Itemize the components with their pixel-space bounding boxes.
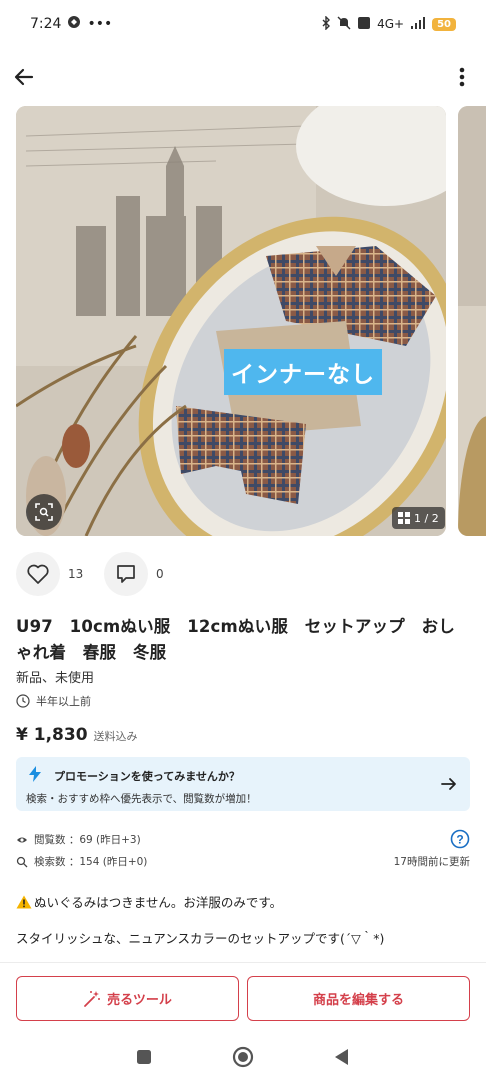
clock-icon — [16, 694, 30, 708]
sell-tools-label: 売るツール — [107, 993, 172, 1008]
edit-item-label: 商品を編集する — [312, 993, 404, 1008]
page-indicator-text: 1 / 2 — [414, 511, 439, 525]
more-options-button[interactable] — [452, 63, 472, 91]
page-indicator: 1 / 2 — [392, 507, 445, 529]
back-nav-icon[interactable] — [334, 1048, 350, 1066]
search-count: 検索数 ：154 (昨日+0) — [34, 856, 148, 868]
battery-indicator: 50 — [432, 17, 456, 31]
photo-overlay-label: インナーなし — [224, 349, 382, 395]
price-value: ¥ 1,830 — [16, 725, 88, 745]
view-count: 閲覧数 ：69 (昨日+3) — [34, 834, 141, 846]
promotion-description: 検索・おすすめ枠へ優先表示で、閲覧数が増加！ — [26, 793, 257, 805]
sell-tools-button[interactable]: 売るツール — [16, 976, 239, 1021]
photo-gallery[interactable]: インナーなし 1 / 2 — [16, 106, 486, 536]
edit-item-button[interactable]: 商品を編集する — [247, 976, 470, 1021]
search-icon — [16, 856, 28, 867]
description-line-2: スタイリッシュな、ニュアンスカラーのセットアップです(´▽｀*) — [16, 931, 385, 946]
promotion-card[interactable]: プロモーションを使ってみませんか？ 検索・おすすめ枠へ優先表示で、閲覧数が増加！ — [16, 757, 470, 811]
product-photo-illustration — [16, 106, 446, 536]
description-line-1-text: ぬいぐるみはつきません。お洋服のみです。 — [34, 895, 283, 910]
app-bar — [0, 55, 486, 99]
promotion-title: プロモーションを使ってみませんか？ — [54, 770, 240, 783]
magic-wand-icon — [84, 990, 101, 1007]
updated-time: 17時間前に更新 — [393, 856, 470, 868]
item-condition: 新品、未使用 — [16, 671, 95, 686]
item-stats: 閲覧数 ：69 (昨日+3) 検索数 ：154 (昨日+0) ? 17時間前に更… — [16, 829, 470, 871]
view-count-row: 閲覧数 ：69 (昨日+3) — [16, 832, 141, 847]
eye-icon — [17, 837, 27, 842]
bottom-action-bar: 売るツール 商品を編集する — [0, 962, 486, 1034]
recent-apps-icon[interactable] — [136, 1049, 152, 1065]
grid-icon — [398, 512, 410, 524]
item-actions: 13 0 — [16, 551, 192, 597]
status-right: 4G+ 50 — [321, 14, 456, 33]
comment-button[interactable] — [104, 552, 148, 596]
back-button[interactable] — [10, 63, 38, 91]
home-icon[interactable] — [232, 1046, 254, 1068]
price: ¥ 1,830 送料込み — [16, 725, 138, 745]
search-count-row: 検索数 ：154 (昨日+0) — [16, 854, 147, 869]
volte-icon — [357, 16, 371, 33]
bluetooth-icon — [321, 14, 331, 33]
scan-search-icon — [35, 503, 53, 521]
shipping-note: 送料込み — [93, 730, 138, 743]
warning-icon — [16, 895, 32, 908]
network-label: 4G+ — [377, 17, 405, 31]
help-icon[interactable]: ? — [450, 829, 470, 849]
system-navigation-bar — [0, 1034, 486, 1080]
arrow-left-icon — [14, 68, 34, 86]
more-vertical-icon — [459, 67, 465, 87]
lightning-icon — [29, 766, 41, 782]
item-title: U97 10cmぬい服 12cmぬい服 セットアップ おしゃれ着 春服 冬服 — [16, 617, 456, 662]
comment-icon — [117, 565, 135, 583]
signal-icon — [410, 16, 426, 32]
next-photo-preview[interactable] — [458, 106, 486, 536]
like-count: 13 — [68, 567, 84, 581]
product-photo[interactable]: インナーなし 1 / 2 — [16, 106, 446, 536]
status-time: 7:24 — [30, 16, 62, 32]
status-left: 7:24 ••• — [30, 15, 112, 33]
like-button[interactable] — [16, 552, 60, 596]
description-line-1: ぬいぐるみはつきません。お洋服のみです。 — [16, 892, 282, 911]
svg-text:?: ? — [456, 833, 463, 847]
heart-icon — [27, 564, 49, 584]
mute-icon — [337, 16, 351, 33]
image-search-button[interactable] — [26, 494, 62, 530]
arrow-right-icon — [441, 778, 456, 790]
posted-time-text: 半年以上前 — [36, 695, 91, 708]
posted-time: 半年以上前 — [16, 693, 91, 709]
notification-icon — [67, 15, 81, 33]
comment-count: 0 — [156, 567, 164, 581]
status-bar: 7:24 ••• 4G+ 50 — [0, 0, 486, 48]
more-notifications-icon: ••• — [87, 16, 113, 32]
